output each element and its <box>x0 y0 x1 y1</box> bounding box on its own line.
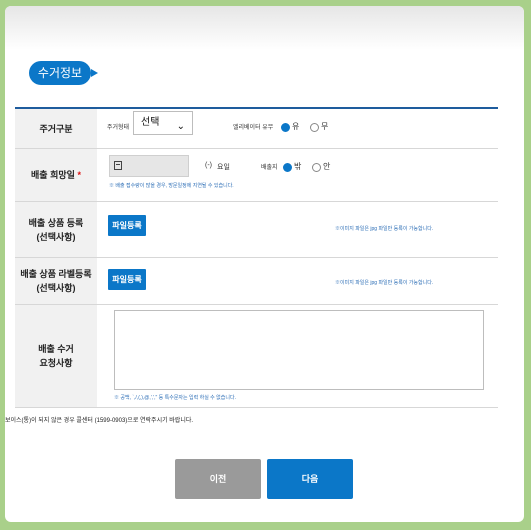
request-textarea[interactable] <box>114 310 484 390</box>
place-out-radio[interactable] <box>283 163 292 172</box>
content-request: ※ 공백, `,/,(,),@,','," 등 특수문자는 입력 하실 수 없습… <box>97 305 498 407</box>
tab-pointer <box>91 69 98 77</box>
calendar-icon <box>114 161 122 170</box>
content-photo-1: 파일등록 ※이미지 파일은 jpg 파일만 등록이 가능합니다. <box>97 202 498 257</box>
content-date: (-) 요일 배출지 밖 안 ※ 배출 접수량이 많을 경우, 방문일정에 지연… <box>97 149 498 201</box>
elevator-no-radio[interactable] <box>310 123 319 132</box>
weekday-prefix: (-) <box>205 162 212 169</box>
label-photo-1: 배출 상품 등록 (선택사항) <box>15 202 97 257</box>
row-request: 배출 수거요청사항 ※ 공백, `,/,(,),@,','," 등 특수문자는 … <box>15 305 498 408</box>
elevator-label: 엘리베이터 유무 <box>233 125 274 131</box>
date-note: ※ 배출 접수량이 많을 경우, 방문일정에 지연될 수 있습니다. <box>109 183 234 189</box>
place-out-label: 밖 <box>294 162 302 171</box>
label-request: 배출 수거요청사항 <box>15 305 97 407</box>
section-title: 수거정보 <box>37 66 83 80</box>
housing-sublabel: 주거형태 <box>107 125 130 131</box>
chevron-down-icon: ⌄ <box>176 121 185 132</box>
photo2-label: 배출 상품 라벨등록 <box>20 269 92 279</box>
request-note: ※ 공백, `,/,(,),@,','," 등 특수문자는 입력 하실 수 없습… <box>114 395 236 401</box>
photo1-label: 배출 상품 등록 <box>28 217 84 228</box>
next-button[interactable]: 다음 <box>267 459 353 499</box>
elevator-yes-radio[interactable] <box>281 123 290 132</box>
form-table: 주거구분 주거형태 선택 ⌄ 엘리베이터 유무 유 무 배출 희망일 * (-)… <box>15 107 498 408</box>
place-label: 배출지 <box>261 165 278 171</box>
housing-select-value: 선택 <box>141 117 160 128</box>
content-photo-2: 파일등록 ※이미지 파일은 jpg 파일만 등록이 가능합니다. <box>97 258 498 304</box>
prev-button[interactable]: 이전 <box>175 459 261 499</box>
file-upload-button-2[interactable]: 파일등록 <box>108 269 146 290</box>
row-housing-type: 주거구분 주거형태 선택 ⌄ 엘리베이터 유무 유 무 <box>15 109 498 149</box>
photo2-note: ※이미지 파일은 jpg 파일만 등록이 가능합니다. <box>335 280 434 286</box>
housing-select[interactable]: 선택 ⌄ <box>133 111 193 135</box>
row-photo-2: 배출 상품 라벨등록 (선택사항) 파일등록 ※이미지 파일은 jpg 파일만 등… <box>15 258 498 305</box>
photo1-label-2: (선택사항) <box>36 231 76 242</box>
label-date: 배출 희망일 * <box>15 149 97 201</box>
request-label-2: 요청사항 <box>39 358 73 368</box>
place-in-label: 안 <box>323 162 331 171</box>
required-mark: * <box>77 170 81 180</box>
callcenter-notice: 보이스(통)이 되지 않은 경우 콜센터 (1599-0903)으로 연락주시기… <box>5 418 194 424</box>
elevator-yes-label: 유 <box>292 122 300 131</box>
elevator-no-label: 무 <box>321 122 329 131</box>
content-housing-type: 주거형태 선택 ⌄ 엘리베이터 유무 유 무 <box>97 109 498 148</box>
photo2-label-2: (선택사항) <box>36 283 76 293</box>
row-date: 배출 희망일 * (-) 요일 배출지 밖 안 ※ 배출 접수량이 많을 경우,… <box>15 149 498 202</box>
label-photo-2: 배출 상품 라벨등록 (선택사항) <box>15 258 97 304</box>
section-tab: 수거정보 <box>29 61 98 85</box>
page-frame: 수거정보 주거구분 주거형태 선택 ⌄ 엘리베이터 유무 유 무 배출 희망일 … <box>5 6 524 522</box>
date-label: 배출 희망일 <box>31 170 75 180</box>
date-input[interactable] <box>109 155 189 177</box>
place-in-radio[interactable] <box>312 163 321 172</box>
weekday-suffix: 요일 <box>217 164 230 171</box>
photo1-note: ※이미지 파일은 jpg 파일만 등록이 가능합니다. <box>335 226 434 232</box>
row-photo-1: 배출 상품 등록 (선택사항) 파일등록 ※이미지 파일은 jpg 파일만 등록이… <box>15 202 498 258</box>
file-upload-button-1[interactable]: 파일등록 <box>108 215 146 236</box>
request-label: 배출 수거 <box>38 344 74 354</box>
label-housing-type: 주거구분 <box>15 109 97 148</box>
